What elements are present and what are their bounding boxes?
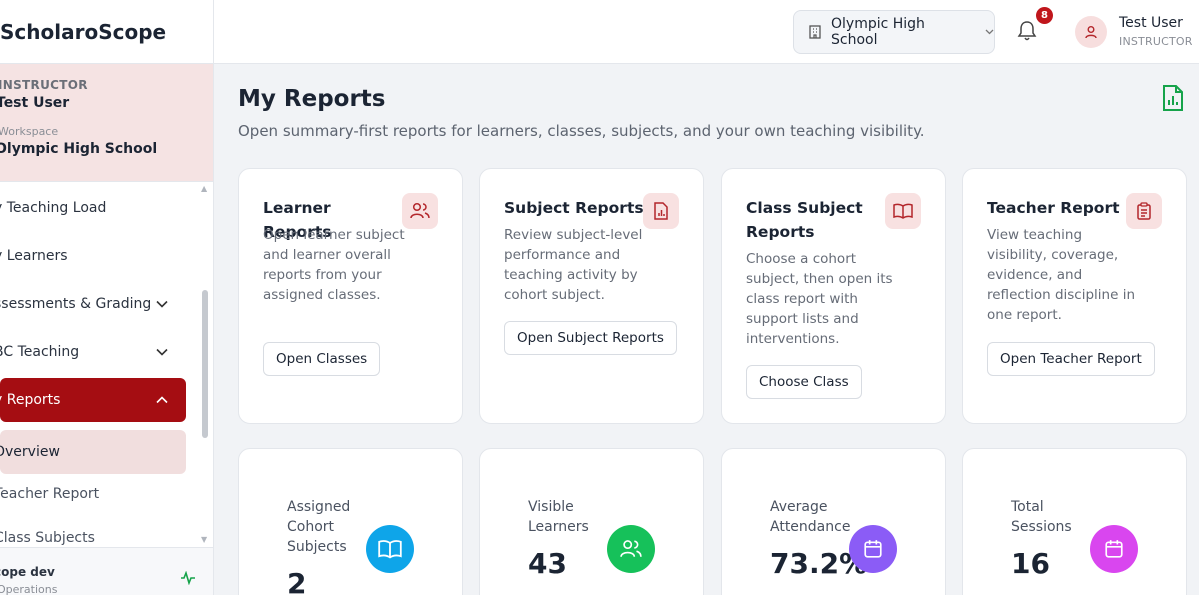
users-icon [402, 193, 438, 229]
notification-badge: 8 [1036, 7, 1053, 24]
calendar-icon [1090, 525, 1138, 573]
card-description: View teaching visibility, coverage, evid… [987, 227, 1135, 323]
card-description: Choose a cohort subject, then open its c… [746, 251, 893, 347]
school-select-value: Olympic High School [831, 16, 925, 48]
stat-value: 43 [528, 547, 567, 580]
sidebar-item-cbc-teaching[interactable]: BC Teaching [0, 330, 186, 374]
subject-reports-card: Subject Reports Review subject-level per… [479, 168, 704, 424]
sidebar-item-label: Class Subjects [0, 530, 95, 546]
sidebar-scrollbar[interactable]: ▲ ▼ [200, 184, 210, 546]
sidebar-item-teaching-load[interactable]: y Teaching Load [0, 186, 186, 230]
stat-card-average-attendance: Average Attendance 73.2% [721, 448, 946, 595]
sidebar-item-learners[interactable]: y Learners [0, 234, 186, 278]
page-title: My Reports [238, 86, 386, 112]
chevron-down-icon [985, 27, 994, 38]
calendar-icon [849, 525, 897, 573]
activity-icon [180, 570, 196, 589]
sidebar-item-assessments[interactable]: ssessments & Grading [0, 282, 186, 326]
card-description: Open learner subject and learner overall… [263, 227, 405, 303]
card-description: Review subject-level performance and tea… [504, 227, 643, 303]
stat-label: Total Sessions [1011, 499, 1072, 535]
stat-value: 2 [287, 567, 307, 595]
card-title: Subject Reports [504, 199, 644, 217]
page-subtitle: Open summary-first reports for learners,… [238, 122, 925, 140]
users-icon [607, 525, 655, 573]
workspace-label: Workspace [0, 125, 59, 138]
sidebar-item-class-subjects[interactable]: Class Subjects [0, 516, 186, 547]
open-teacher-report-button[interactable]: Open Teacher Report [987, 342, 1155, 376]
avatar[interactable] [1075, 16, 1107, 48]
stat-label: Visible Learners [528, 499, 589, 535]
footer-subtitle: Operations [0, 583, 58, 595]
book-icon [885, 193, 921, 229]
building-icon [808, 25, 822, 39]
sidebar-footer: cope dev Operations [0, 547, 213, 595]
clipboard-icon [1126, 193, 1162, 229]
sidebar-item-label: y Teaching Load [0, 200, 107, 216]
card-title: Teacher Report [987, 199, 1120, 217]
chevron-down-icon [156, 297, 168, 311]
stat-label: Average Attendance [770, 499, 851, 535]
topbar: Olympic High School 8 Test User INSTRUCT… [214, 0, 1199, 64]
book-icon [366, 525, 414, 573]
open-subject-reports-button[interactable]: Open Subject Reports [504, 321, 677, 355]
sidebar-item-label: BC Teaching [0, 344, 80, 360]
scroll-up-icon[interactable]: ▲ [201, 184, 207, 193]
stat-card-total-sessions: Total Sessions 16 [962, 448, 1187, 595]
stat-card-assigned-cohort-subjects: Assigned Cohort Subjects 2 [238, 448, 463, 595]
sidebar-user-block: INSTRUCTOR Test User Workspace Olympic H… [0, 64, 213, 182]
chevron-up-icon [156, 393, 168, 407]
footer-title: cope dev [0, 565, 55, 579]
spreadsheet-export-icon[interactable] [1160, 84, 1186, 116]
sidebar-item-label: y Learners [0, 248, 68, 264]
topbar-user-name[interactable]: Test User [1119, 15, 1183, 31]
sidebar-user-name: Test User [0, 95, 70, 111]
sidebar-item-label: Overview [0, 444, 60, 460]
sidebar-item-label: Teacher Report [0, 486, 100, 502]
teacher-report-card: Teacher Report View teaching visibility,… [962, 168, 1187, 424]
sidebar-item-overview[interactable]: Overview [0, 430, 186, 474]
app-name: ScholaroScope [0, 19, 167, 44]
chevron-down-icon [156, 345, 168, 359]
card-title: Class Subject Reports [746, 199, 863, 241]
learner-reports-card: Learner Reports Open learner subject and… [238, 168, 463, 424]
sidebar-nav: y Teaching Load y Learners ssessments & … [0, 183, 213, 547]
stat-card-visible-learners: Visible Learners 43 [479, 448, 704, 595]
sidebar-user-role: INSTRUCTOR [0, 78, 88, 92]
workspace-name: Olympic High School [0, 141, 158, 157]
stat-value: 16 [1011, 547, 1050, 580]
sidebar: ScholaroScope INSTRUCTOR Test User Works… [0, 0, 214, 595]
scroll-down-icon[interactable]: ▼ [201, 535, 207, 544]
choose-class-button[interactable]: Choose Class [746, 365, 862, 399]
sidebar-item-label: ssessments & Grading [0, 296, 152, 312]
school-select[interactable]: Olympic High School [793, 10, 995, 54]
sidebar-item-my-reports[interactable]: y Reports [0, 378, 186, 422]
sidebar-item-label: y Reports [0, 392, 61, 408]
app-logo[interactable]: ScholaroScope [0, 0, 213, 64]
topbar-user-role: INSTRUCTOR [1119, 35, 1193, 48]
sidebar-item-teacher-report[interactable]: Teacher Report [0, 472, 186, 516]
stat-label: Assigned Cohort Subjects [287, 499, 351, 555]
bell-icon[interactable] [1017, 20, 1037, 46]
class-subject-reports-card: Class Subject Reports Choose a cohort su… [721, 168, 946, 424]
file-chart-icon [643, 193, 679, 229]
scrollbar-thumb[interactable] [202, 290, 208, 438]
open-classes-button[interactable]: Open Classes [263, 342, 381, 376]
